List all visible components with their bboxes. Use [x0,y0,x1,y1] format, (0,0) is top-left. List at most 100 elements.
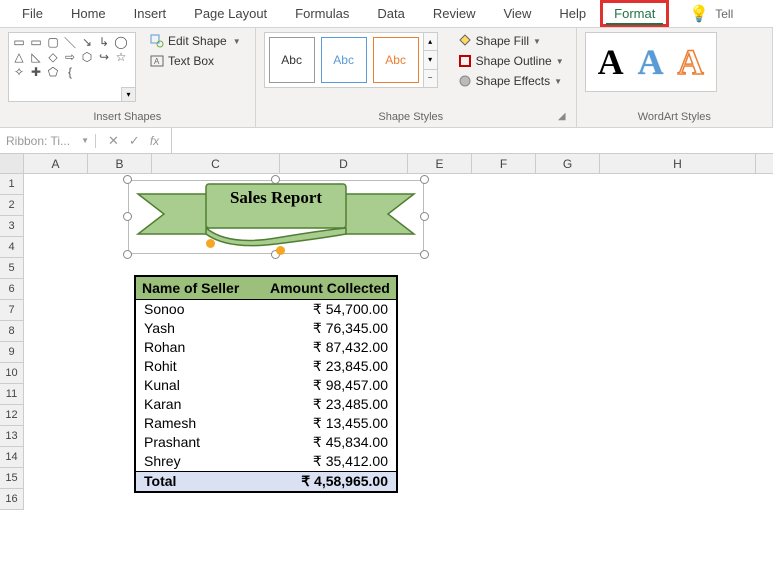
cell-seller-name[interactable]: Prashant [136,433,264,452]
tell-me-icon[interactable]: 💡 [689,4,709,24]
tab-view[interactable]: View [489,0,545,27]
cell-amount[interactable]: ₹ 87,432.00 [264,338,396,357]
cells-area[interactable]: Sales Report Name of Seller Amount Colle… [24,174,773,510]
shape-plus-icon[interactable]: ✚ [28,65,44,79]
tab-data[interactable]: Data [363,0,418,27]
shape-rtriangle-icon[interactable]: ◺ [28,50,44,64]
col-header-E[interactable]: E [408,154,472,173]
shape-callout-icon[interactable]: ✧ [11,65,27,79]
style-preset-3[interactable]: Abc [373,37,419,83]
cell-seller-name[interactable]: Rohan [136,338,264,357]
row-header-14[interactable]: 14 [0,447,23,468]
shape-arrow-line-icon[interactable]: ↘ [79,35,95,49]
col-header-H[interactable]: H [600,154,756,173]
table-header-amount[interactable]: Amount Collected [264,277,396,299]
col-header-F[interactable]: F [472,154,536,173]
cell-seller-name[interactable]: Kunal [136,376,264,395]
shapes-gallery[interactable]: ▭ ▭ ▢ ＼ ↘ ↳ ◯ △ ◺ ◇ ⇨ ⬡ ↪ ☆ ✧ ✚ ⬠ { ▾ [8,32,136,102]
resize-handle-tl[interactable] [123,175,132,184]
shape-diamond-icon[interactable]: ◇ [45,50,61,64]
resize-handle-tr[interactable] [420,175,429,184]
shape-arrow-icon[interactable]: ⇨ [62,50,78,64]
tab-page-layout[interactable]: Page Layout [180,0,281,27]
shape-fill-button[interactable]: Shape Fill ▼ [454,32,568,50]
cell-amount[interactable]: ₹ 35,412.00 [264,452,396,471]
row-header-15[interactable]: 15 [0,468,23,489]
tab-insert[interactable]: Insert [120,0,181,27]
col-header-G[interactable]: G [536,154,600,173]
wordart-preset-1[interactable]: A [598,41,624,83]
shape-textbox-icon[interactable]: ▭ [11,35,27,49]
fx-icon[interactable]: fx [150,134,159,148]
row-header-10[interactable]: 10 [0,363,23,384]
shape-star-icon[interactable]: ☆ [113,50,129,64]
style-scroll-up-icon[interactable]: ▴ [424,33,437,51]
row-header-3[interactable]: 3 [0,216,23,237]
cell-amount[interactable]: ₹ 13,455.00 [264,414,396,433]
row-header-9[interactable]: 9 [0,342,23,363]
shape-brace-icon[interactable]: { [62,65,78,79]
row-header-12[interactable]: 12 [0,405,23,426]
table-total-amount[interactable]: ₹ 4,58,965.00 [264,472,396,491]
row-header-7[interactable]: 7 [0,300,23,321]
row-header-2[interactable]: 2 [0,195,23,216]
cell-seller-name[interactable]: Yash [136,319,264,338]
shape-triangle-icon[interactable]: △ [11,50,27,64]
resize-handle-bl[interactable] [123,250,132,259]
shape-style-gallery[interactable]: Abc Abc Abc [264,32,424,88]
tab-file[interactable]: File [8,0,57,27]
row-header-5[interactable]: 5 [0,258,23,279]
wordart-preset-2[interactable]: A [638,41,664,83]
shape-line-icon[interactable]: ＼ [62,35,78,49]
cell-amount[interactable]: ₹ 23,485.00 [264,395,396,414]
tab-home[interactable]: Home [57,0,120,27]
resize-handle-br[interactable] [420,250,429,259]
adjust-handle-1[interactable] [206,239,215,248]
ribbon-banner-title[interactable]: Sales Report [128,188,424,208]
tab-formulas[interactable]: Formulas [281,0,363,27]
tab-format[interactable]: Format [600,0,669,27]
row-header-8[interactable]: 8 [0,321,23,342]
edit-shape-button[interactable]: Edit Shape ▼ [144,32,247,50]
wordart-preset-3[interactable]: A [678,41,704,83]
cell-amount[interactable]: ₹ 54,700.00 [264,300,396,319]
wordart-gallery[interactable]: A A A [585,32,717,92]
row-header-4[interactable]: 4 [0,237,23,258]
shape-connector-icon[interactable]: ↳ [96,35,112,49]
shape-arrow2-icon[interactable]: ↪ [96,50,112,64]
tell-me-label[interactable]: Tell [715,7,733,21]
cell-seller-name[interactable]: Sonoo [136,300,264,319]
cell-amount[interactable]: ₹ 23,845.00 [264,357,396,376]
shape-effects-button[interactable]: Shape Effects ▼ [454,72,568,90]
shape-rect-icon[interactable]: ▭ [28,35,44,49]
resize-handle-tm[interactable] [271,175,280,184]
cell-amount[interactable]: ₹ 45,834.00 [264,433,396,452]
cell-seller-name[interactable]: Rohit [136,357,264,376]
style-more-icon[interactable]: ⎯ [424,70,437,87]
shape-hexagon-icon[interactable]: ⬡ [79,50,95,64]
cell-seller-name[interactable]: Ramesh [136,414,264,433]
enter-icon[interactable]: ✓ [129,133,140,149]
cancel-icon[interactable]: ✕ [108,133,119,149]
col-header-A[interactable]: A [24,154,88,173]
select-all-button[interactable] [0,154,24,173]
style-preset-1[interactable]: Abc [269,37,315,83]
shapes-more-icon[interactable]: ▾ [121,87,135,101]
col-header-B[interactable]: B [88,154,152,173]
row-header-6[interactable]: 6 [0,279,23,300]
shape-rounded-icon[interactable]: ▢ [45,35,61,49]
row-header-13[interactable]: 13 [0,426,23,447]
adjust-handle-2[interactable] [276,246,285,255]
dialog-launcher-icon[interactable]: ◢ [558,111,566,122]
ribbon-banner-shape[interactable]: Sales Report [128,180,424,254]
cell-seller-name[interactable]: Shrey [136,452,264,471]
tab-help[interactable]: Help [545,0,600,27]
shape-pentagon-icon[interactable]: ⬠ [45,65,61,79]
shape-outline-button[interactable]: Shape Outline ▼ [454,52,568,70]
cell-amount[interactable]: ₹ 76,345.00 [264,319,396,338]
table-header-name[interactable]: Name of Seller [136,277,264,299]
cell-amount[interactable]: ₹ 98,457.00 [264,376,396,395]
row-header-1[interactable]: 1 [0,174,23,195]
text-box-button[interactable]: A Text Box [144,52,247,70]
style-preset-2[interactable]: Abc [321,37,367,83]
